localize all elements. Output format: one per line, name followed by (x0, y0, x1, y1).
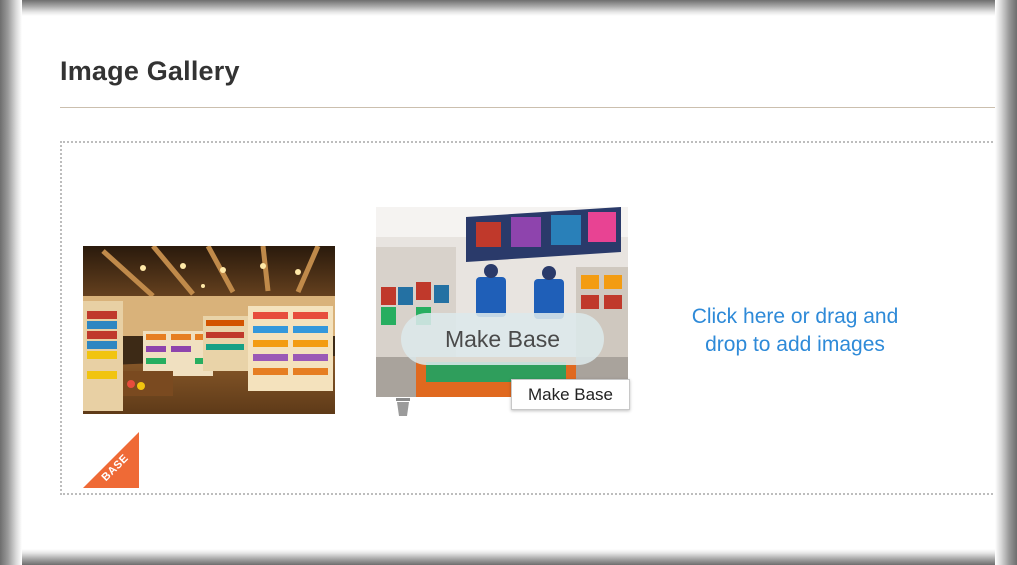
upload-prompt-link[interactable]: Click here or drag and drop to add image… (682, 303, 908, 359)
frame-shadow-right (995, 0, 1017, 565)
frame-shadow-bottom (0, 549, 1017, 565)
sports-store-photo (376, 207, 628, 397)
trash-icon[interactable] (393, 398, 413, 416)
base-badge: BASE (83, 432, 139, 488)
page-title: Image Gallery (60, 56, 240, 86)
screenshot-frame: Image Gallery BASE Make Base Make Base C… (0, 0, 1017, 565)
gallery-image-2[interactable] (376, 207, 628, 397)
store-interior-photo (83, 246, 335, 414)
make-base-button[interactable]: Make Base (401, 313, 604, 365)
frame-shadow-top (0, 0, 1017, 16)
gallery-image-1[interactable] (83, 246, 335, 414)
image-gallery-panel: Image Gallery BASE Make Base Make Base C… (22, 16, 995, 549)
make-base-tooltip: Make Base (511, 379, 630, 410)
frame-shadow-left (0, 0, 22, 565)
title-divider (60, 107, 995, 108)
